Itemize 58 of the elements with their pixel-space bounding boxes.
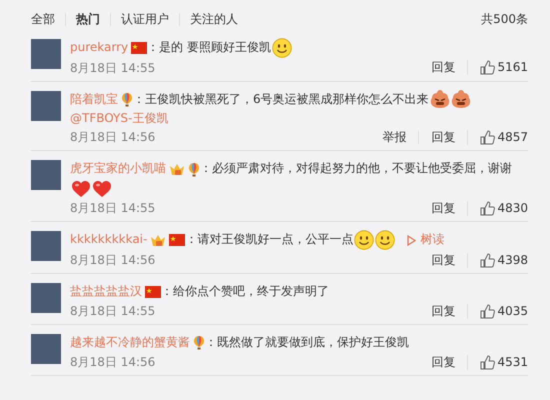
comment-text: ：王俊凯快被黑死了，6号奥运被黑成那样你怎么不出来	[133, 92, 429, 106]
balloon-icon	[193, 335, 205, 350]
thumbs-up-icon	[480, 130, 496, 145]
comment-time: 8月18日 14:55	[70, 60, 156, 77]
like-button[interactable]: 4531	[467, 354, 528, 370]
comment-time: 8月18日 14:55	[70, 200, 156, 218]
action-link[interactable]: 回复	[419, 304, 468, 318]
like-button[interactable]: 4857	[467, 130, 528, 145]
smiley-icon	[375, 230, 396, 250]
heart-icon	[92, 180, 112, 198]
flag-icon	[169, 234, 186, 246]
action-link[interactable]: 回复	[419, 61, 468, 74]
smiley-icon	[354, 230, 374, 250]
avatar-photo	[31, 231, 61, 262]
thumbs-up-icon	[480, 200, 496, 216]
comment-text: ：请对王俊凯好一点，公平一点	[185, 232, 354, 246]
angry-face-icon	[450, 89, 471, 110]
comment-count: 共500条	[481, 10, 528, 28]
filter-tab[interactable]: 热门	[65, 12, 110, 26]
play-triangle-icon	[407, 234, 416, 246]
comment-time: 8月18日 14:56	[70, 354, 156, 372]
action-link[interactable]: 回复	[419, 356, 468, 369]
avatar-photo	[31, 90, 61, 121]
flag-icon	[131, 42, 148, 54]
action-link[interactable]: 举报	[370, 130, 418, 144]
comment-text: ：是的 要照顾好王俊凯	[147, 40, 271, 54]
like-button[interactable]: 4830	[467, 200, 528, 216]
balloon-icon	[121, 92, 133, 107]
smiley-icon	[272, 38, 292, 58]
avatar-photo	[31, 39, 61, 69]
action-link[interactable]: 回复	[419, 202, 468, 215]
comment-time: 8月18日 14:56	[70, 129, 156, 146]
filter-tab[interactable]: 认证用户	[110, 12, 179, 26]
filter-tab[interactable]: 关注的人	[179, 12, 248, 26]
crown-badge-icon	[150, 233, 166, 248]
comment-time: 8月18日 14:56	[70, 252, 156, 270]
action-link[interactable]: 回复	[419, 254, 468, 267]
thumbs-up-icon	[480, 252, 496, 268]
balloon-icon	[188, 162, 200, 177]
angry-face-icon	[430, 89, 450, 110]
like-button[interactable]: 4398	[467, 252, 528, 268]
crown-badge-icon	[169, 162, 185, 176]
flag-icon	[145, 286, 161, 298]
like-button[interactable]: 4035	[467, 304, 528, 319]
comment-text: ：必须严肃对待，对得起努力的他，不要让他受委屈，谢谢	[200, 161, 512, 176]
avatar-photo	[31, 160, 61, 190]
avatar-photo	[31, 334, 61, 364]
comment-text: ：既然做了就要做到底，保护好王俊凯	[205, 335, 409, 350]
thumbs-up-icon	[480, 304, 496, 319]
comment-time: 8月18日 14:55	[70, 303, 156, 320]
filter-tab[interactable]: 全部	[31, 12, 65, 26]
comment-text: ：给你点个赞吧，终于发声明了	[161, 284, 329, 298]
action-link[interactable]: 回复	[418, 130, 468, 144]
like-button[interactable]: 5161	[467, 60, 528, 76]
avatar-photo	[31, 283, 61, 314]
heart-icon	[71, 180, 91, 198]
thumbs-up-icon	[480, 354, 496, 370]
thumbs-up-icon	[480, 60, 496, 76]
